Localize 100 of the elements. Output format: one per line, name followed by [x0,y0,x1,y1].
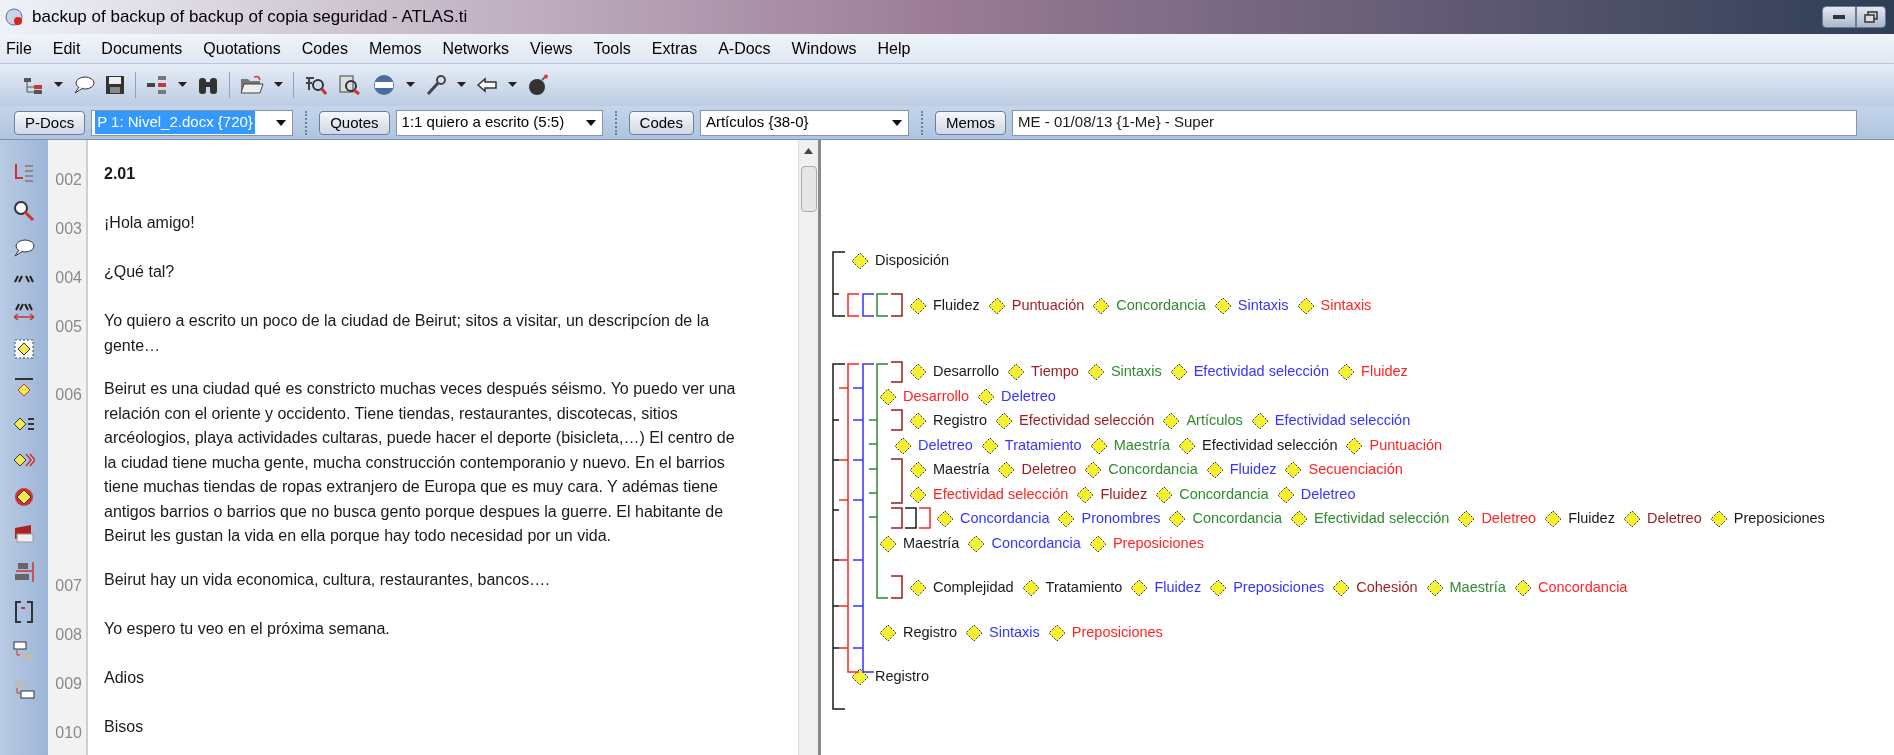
indent-list-icon[interactable] [146,74,168,96]
code-label[interactable]: Secuenciación [1308,459,1403,482]
code-label[interactable]: Concordancia [991,532,1081,555]
back-arrow-icon[interactable] [476,77,498,93]
code-label[interactable]: Efectividad selección [1274,410,1411,433]
window-split-icon[interactable] [13,678,35,700]
folder-icon[interactable] [240,75,264,95]
code-grid-icon[interactable] [13,338,35,360]
book-icon[interactable] [13,524,35,544]
code-label[interactable]: Registro [875,666,929,689]
menu-item[interactable]: Networks [442,36,510,61]
menu-item[interactable]: A-Docs [718,36,771,61]
code-label[interactable]: Disposición [875,250,950,273]
code-label[interactable]: Concordancia [1108,459,1198,482]
code-label[interactable]: Efectividad selección [1313,508,1450,531]
panel-button[interactable]: P-Docs [14,110,86,135]
code-label[interactable]: Fluidez [1154,577,1202,600]
code-label[interactable]: Deletreo [1481,508,1537,531]
quote-resize-icon[interactable] [12,302,36,322]
code-label[interactable]: Registro [903,621,957,644]
code-label[interactable]: Puntuación [1369,434,1443,457]
code-gear-icon[interactable] [13,486,35,508]
menu-item[interactable]: Views [530,36,573,61]
code-label[interactable]: Concordancia [1192,508,1282,531]
code-label[interactable]: Deletreo [1001,385,1056,408]
scroll-up-icon[interactable] [804,148,813,154]
wrench-icon[interactable] [425,74,447,96]
code-label[interactable]: Deletreo [918,434,973,457]
search-icon[interactable] [13,200,35,222]
caret-icon[interactable] [178,82,187,88]
code-insert-icon[interactable] [13,376,35,398]
code-label[interactable]: Sintaxis [1110,361,1162,384]
code-label[interactable]: Registro [933,410,987,433]
menu-item[interactable]: Extras [651,36,698,61]
menu-item[interactable]: Documents [101,36,183,61]
code-label[interactable]: Tratamiento [1004,434,1082,457]
code-label[interactable]: Efectividad selección [933,483,1069,506]
search-icon[interactable] [304,74,328,96]
ratio-icon[interactable] [12,560,36,584]
speech-bubble-icon[interactable] [13,238,35,258]
menu-item[interactable]: Edit [52,36,81,61]
code-label[interactable]: Maestría [1113,434,1171,457]
code-label[interactable]: Sintaxis [1237,294,1289,317]
code-label[interactable]: Deletreo [1300,483,1356,506]
code-label[interactable]: Puntuación [1011,294,1085,317]
code-label[interactable]: Efectividad selección [1019,410,1155,433]
code-label[interactable]: Fluidez [1100,483,1148,506]
code-label[interactable]: Tiempo [1031,361,1079,384]
code-label[interactable]: Concordancia [1537,577,1628,600]
code-label[interactable]: Preposiciones [1071,621,1163,644]
code-label[interactable]: Concordancia [960,508,1050,531]
scroll-thumb[interactable] [800,166,817,212]
scrollbar[interactable] [798,140,818,755]
caret-icon[interactable] [276,119,287,126]
menu-item[interactable]: Quotations [203,36,281,61]
code-label[interactable]: Fluidez [1361,361,1408,384]
code-label[interactable]: Concordancia [1116,294,1206,317]
code-label[interactable]: Efectividad selección [1202,434,1338,457]
dropdown[interactable]: Artículos {38-0} [699,109,909,136]
memo-field[interactable]: ME - 01/08/13 {1-Me} - Super [1012,109,1858,136]
restore-button[interactable] [1856,6,1886,28]
code-label[interactable]: Tratamiento [1045,577,1123,600]
bracket-icon[interactable] [13,600,35,624]
code-label[interactable]: Efectividad selección [1193,361,1330,384]
save-icon[interactable] [105,75,125,95]
menu-item[interactable]: Windows [791,36,857,61]
bomb-icon[interactable] [527,74,549,96]
code-label[interactable]: Maestría [933,459,990,482]
search-icon[interactable] [338,74,362,96]
caret-icon[interactable] [508,82,517,88]
code-label[interactable]: Pronombres [1081,508,1161,531]
menu-item[interactable]: File [6,36,32,61]
code-label[interactable]: Preposiciones [1733,508,1825,531]
panel-button[interactable]: Codes [628,110,694,135]
caret-icon[interactable] [54,82,63,88]
code-label[interactable]: Artículos [1186,410,1243,433]
menu-item[interactable]: Help [877,36,911,61]
code-label[interactable]: Deletreo [1646,508,1702,531]
panel-button[interactable]: Quotes [319,110,390,135]
menu-item[interactable]: Memos [368,36,422,61]
code-label[interactable]: Preposiciones [1112,532,1204,555]
panel-button[interactable]: Memos [934,110,1007,135]
minimize-button[interactable] [1822,6,1856,28]
code-label[interactable]: Deletreo [1021,459,1077,482]
caret-icon[interactable] [406,82,415,88]
caret-icon[interactable] [585,119,596,126]
speech-bubble-icon[interactable] [73,75,95,95]
code-label[interactable]: Maestría [903,532,960,555]
code-label[interactable]: Complejidad [933,577,1014,600]
code-label[interactable]: Fluidez [933,294,980,317]
code-label[interactable]: Desarrollo [933,361,1000,384]
caret-icon[interactable] [274,82,283,88]
code-label[interactable]: Fluidez [1568,508,1615,531]
menu-item[interactable]: Tools [593,36,631,61]
menu-item[interactable]: Codes [301,36,348,61]
code-label[interactable]: Maestría [1449,577,1506,600]
caret-icon[interactable] [891,119,902,126]
code-label[interactable]: Preposiciones [1233,577,1325,600]
code-label[interactable]: Sintaxis [989,621,1040,644]
code-label[interactable]: Desarrollo [903,385,970,408]
